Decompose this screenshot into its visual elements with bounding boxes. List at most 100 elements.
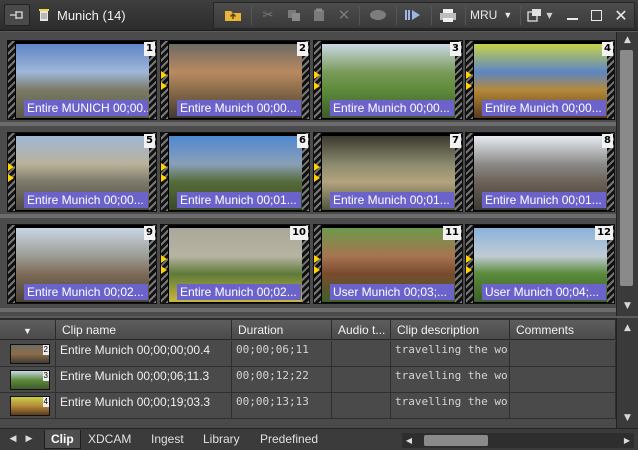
cell-clip-description: travelling the world (391, 341, 510, 367)
clip-number: 11 (443, 226, 461, 240)
arrow-left-icon: ◀ (9, 434, 17, 444)
mru-label: MRU (470, 8, 498, 22)
grid-scroll-thumb[interactable] (620, 50, 633, 286)
scroll-right-arrow[interactable]: ▶ (620, 433, 634, 448)
audio-marker-icon (161, 163, 169, 185)
trash-icon (39, 9, 49, 21)
clip-number: 12 (595, 226, 613, 240)
column-audio-track[interactable]: Audio t... (332, 320, 391, 340)
clip-label: Entire Munich 00;00... (24, 192, 148, 208)
clip-thumbnail[interactable]: 8 Entire Munich 00;01... (465, 132, 615, 212)
close-button[interactable]: ✕ (611, 4, 631, 26)
title-bar: Munich (14) ✂ ✕ MRU ▼ ▼ ✕ (0, 0, 638, 31)
send-button[interactable] (402, 4, 424, 26)
row-divider (0, 308, 616, 312)
clip-thumbnail[interactable]: 5 Entire Munich 00;00... (7, 132, 157, 212)
tab-scroll-right-button[interactable]: ▶ (22, 432, 36, 447)
clip-thumbnail[interactable]: 12 User Munich 00;04;... (465, 224, 615, 304)
record-button[interactable] (366, 4, 390, 26)
scroll-up-arrow[interactable]: ▲ (617, 320, 638, 336)
maximize-button[interactable] (586, 4, 606, 26)
scroll-up-arrow[interactable]: ▲ (617, 32, 638, 48)
grid-scrollbar[interactable]: ▲ ▼ (616, 32, 638, 316)
cell-clip-name: Entire Munich 00;00;19;03.3 (56, 393, 232, 419)
audio-marker-icon (314, 163, 322, 185)
cell-audio-track (332, 341, 391, 367)
clip-thumbnail[interactable]: 11 User Munich 00;03;... (313, 224, 463, 304)
cell-duration: 00;00;13;13 (232, 393, 332, 419)
list-horizontal-scrollbar[interactable]: ◀ ▶ (402, 433, 634, 448)
cell-audio-track (332, 367, 391, 393)
column-comments[interactable]: Comments (510, 320, 616, 340)
table-row[interactable]: 2 Entire Munich 00;00;00;00.4 00;00;06;11 t… (0, 341, 616, 367)
audio-marker-icon (314, 255, 322, 277)
clip-thumbnail[interactable]: 10 Entire Munich 00;02... (160, 224, 310, 304)
horizontal-scroll-thumb[interactable] (424, 435, 488, 446)
print-icon (440, 8, 456, 22)
trash-button[interactable] (36, 4, 52, 26)
cell-comments (510, 341, 616, 367)
audio-marker-icon (161, 255, 169, 277)
clip-label: Entire MUNICH 00;00... (24, 100, 148, 116)
clip-label: Entire Munich 00;01... (330, 192, 454, 208)
scroll-down-arrow[interactable]: ▼ (617, 298, 638, 314)
row-thumbnail-cell: 3 (0, 367, 56, 393)
scroll-down-arrow[interactable]: ▼ (617, 410, 638, 426)
column-duration[interactable]: Duration (232, 320, 332, 340)
clip-list: ▼ Clip name Duration Audio t... Clip des… (0, 318, 616, 428)
pin-button[interactable] (4, 4, 30, 26)
audio-marker-icon (161, 71, 169, 93)
table-row[interactable]: 3 Entire Munich 00;00;06;11.3 00;00;12;22 t… (0, 367, 616, 393)
row-thumbnail-cell: 4 (0, 393, 56, 419)
clip-thumbnail[interactable]: 3 Entire Munich 00;00... (313, 40, 463, 120)
view-options-button[interactable]: ▼ (524, 4, 556, 26)
cut-button[interactable]: ✂ (258, 4, 278, 26)
sort-column-header[interactable]: ▼ (0, 320, 56, 340)
delete-button[interactable]: ✕ (334, 4, 354, 26)
clip-thumbnail[interactable]: 1 Entire MUNICH 00;00... (7, 40, 157, 120)
column-clip-description[interactable]: Clip description (391, 320, 510, 340)
clip-number: 4 (602, 42, 613, 56)
cell-duration: 00;00;06;11 (232, 341, 332, 367)
clip-number: 7 (450, 134, 461, 148)
delete-icon: ✕ (337, 6, 351, 24)
up-folder-button[interactable] (222, 4, 244, 26)
clip-label: User Munich 00;04;... (482, 284, 606, 300)
clip-number: 6 (297, 134, 308, 148)
clip-label: Entire Munich 00;01... (482, 192, 606, 208)
clip-thumbnail[interactable]: 7 Entire Munich 00;01... (313, 132, 463, 212)
clip-label: Entire Munich 00;01... (177, 192, 301, 208)
clip-thumbnail[interactable]: 4 Entire Munich 00;00... (465, 40, 615, 120)
list-scrollbar[interactable]: ▲ ▼ (616, 318, 638, 428)
paste-button[interactable] (309, 4, 329, 26)
tab-clip[interactable]: Clip (44, 430, 81, 449)
column-clip-name[interactable]: Clip name (56, 320, 232, 340)
copy-button[interactable] (284, 4, 304, 26)
clip-thumbnail-grid: 1 Entire MUNICH 00;00... 2 Entire Munich 00… (0, 32, 616, 316)
filmstrip-edge (8, 225, 15, 303)
close-icon: ✕ (614, 5, 628, 25)
print-button[interactable] (437, 4, 459, 26)
table-row[interactable]: 4 Entire Munich 00;00;19;03.3 00;00;13;13 t… (0, 393, 616, 419)
tab-xdcam[interactable]: XDCAM (82, 430, 137, 449)
mru-dropdown[interactable]: MRU ▼ (470, 4, 518, 26)
tab-scroll-left-button[interactable]: ◀ (6, 432, 20, 447)
tab-ingest[interactable]: Ingest (145, 430, 190, 449)
row-thumbnail: 4 (10, 396, 50, 416)
cell-comments (510, 367, 616, 393)
row-clip-number: 3 (42, 371, 49, 381)
clip-thumbnail[interactable]: 9 Entire Munich 00;02... (7, 224, 157, 304)
cell-clip-name: Entire Munich 00;00;06;11.3 (56, 367, 232, 393)
clip-thumbnail[interactable]: 2 Entire Munich 00;00... (160, 40, 310, 120)
clip-label: Entire Munich 00;00... (482, 100, 606, 116)
row-thumbnail: 2 (10, 344, 50, 364)
minimize-button[interactable] (562, 4, 582, 26)
scroll-left-arrow[interactable]: ◀ (402, 433, 416, 448)
clip-thumbnail[interactable]: 6 Entire Munich 00;01... (160, 132, 310, 212)
view-options-icon (527, 9, 542, 22)
tab-predefined[interactable]: Predefined (254, 430, 324, 449)
tab-library[interactable]: Library (197, 430, 246, 449)
list-header: ▼ Clip name Duration Audio t... Clip des… (0, 320, 616, 340)
pin-icon (10, 11, 23, 19)
row-clip-number: 4 (42, 397, 49, 407)
